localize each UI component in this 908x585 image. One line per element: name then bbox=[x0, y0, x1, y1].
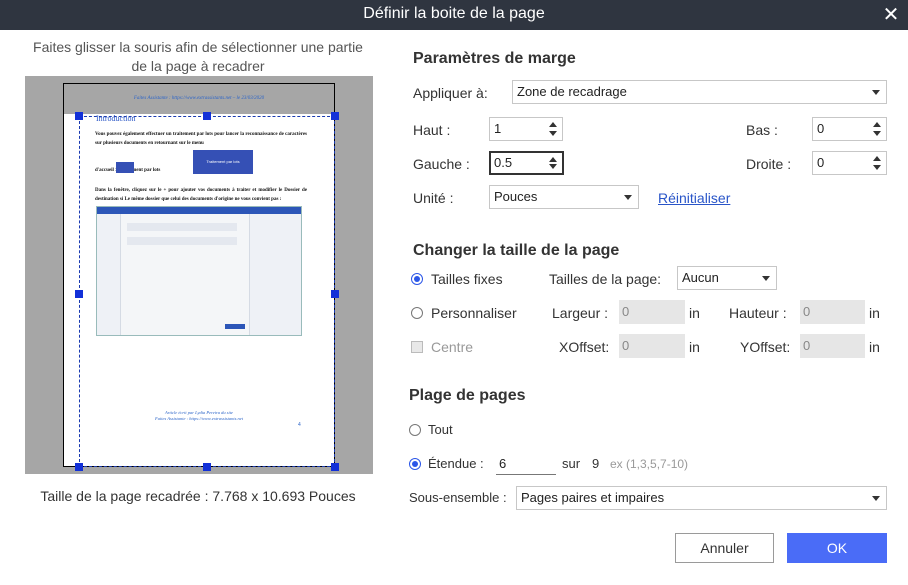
height-label: Hauteur : bbox=[729, 305, 787, 321]
spin-up-icon[interactable] bbox=[873, 122, 881, 127]
unit-select[interactable]: Pouces bbox=[489, 185, 639, 209]
apply-to-value: Zone de recadrage bbox=[517, 84, 627, 99]
page-size-label: Tailles de la page: bbox=[549, 271, 662, 287]
apply-to-label: Appliquer à: bbox=[413, 85, 488, 101]
unit-value: Pouces bbox=[494, 189, 538, 204]
right-margin-value: 0 bbox=[817, 155, 825, 170]
yoffset-label: YOffset: bbox=[740, 339, 791, 355]
range-hint: ex (1,3,5,7-10) bbox=[610, 457, 689, 471]
page-sheet: Faites Assistante : https://www.extrassi… bbox=[63, 83, 339, 471]
top-label: Haut : bbox=[413, 122, 451, 138]
apply-to-select[interactable]: Zone de recadrage bbox=[512, 80, 887, 104]
crop-handle-bottom-left[interactable] bbox=[75, 463, 83, 471]
top-margin-value: 1 bbox=[494, 121, 502, 136]
xoffset-unit: in bbox=[689, 339, 700, 355]
unit-label: Unité : bbox=[413, 190, 454, 206]
chevron-down-icon bbox=[872, 496, 880, 501]
reset-link[interactable]: Réinitialiser bbox=[658, 190, 730, 206]
spin-up-icon[interactable] bbox=[549, 122, 557, 127]
spin-up-icon[interactable] bbox=[873, 156, 881, 161]
left-margin-value: 0.5 bbox=[494, 155, 513, 170]
title-bar: Définir la boite de la page ✕ bbox=[0, 0, 908, 30]
bottom-margin-value: 0 bbox=[817, 121, 825, 136]
bottom-margin-stepper[interactable]: 0 bbox=[812, 117, 887, 141]
left-label: Gauche : bbox=[413, 156, 470, 172]
right-label: Droite : bbox=[746, 156, 792, 172]
fixed-sizes-radio[interactable] bbox=[411, 273, 423, 285]
spin-down-icon[interactable] bbox=[549, 131, 557, 136]
page-range-section-title: Plage de pages bbox=[409, 387, 526, 404]
subset-select[interactable]: Pages paires et impaires bbox=[516, 486, 887, 510]
close-icon[interactable]: ✕ bbox=[880, 4, 902, 26]
spin-down-icon[interactable] bbox=[873, 165, 881, 170]
of-label: sur bbox=[562, 456, 581, 471]
all-pages-label: Tout bbox=[428, 422, 453, 437]
range-radio[interactable] bbox=[409, 458, 421, 470]
chevron-down-icon bbox=[624, 195, 632, 200]
fixed-sizes-label: Tailles fixes bbox=[431, 271, 503, 287]
crop-handle-bottom-right[interactable] bbox=[331, 463, 339, 471]
all-pages-radio[interactable] bbox=[409, 424, 421, 436]
range-input[interactable]: 6 bbox=[496, 453, 556, 475]
center-label: Centre bbox=[431, 339, 474, 355]
custom-size-radio[interactable] bbox=[411, 307, 423, 319]
crop-handle-top-left[interactable] bbox=[75, 112, 83, 120]
page-size-section-title: Changer la taille de la page bbox=[413, 242, 620, 259]
width-unit: in bbox=[689, 305, 700, 321]
crop-handle-right[interactable] bbox=[331, 290, 339, 298]
spin-down-icon[interactable] bbox=[549, 164, 557, 169]
width-label: Largeur : bbox=[552, 305, 609, 321]
crop-handle-bottom[interactable] bbox=[203, 463, 211, 471]
center-checkbox[interactable] bbox=[411, 341, 423, 353]
top-margin-stepper[interactable]: 1 bbox=[489, 117, 563, 141]
chevron-down-icon bbox=[872, 90, 880, 95]
left-margin-stepper[interactable]: 0.5 bbox=[489, 151, 564, 175]
spin-down-icon[interactable] bbox=[873, 131, 881, 136]
preview-panel: Faites glisser la souris afin de sélecti… bbox=[0, 30, 396, 585]
chevron-down-icon bbox=[762, 276, 770, 281]
crop-rectangle[interactable] bbox=[79, 116, 335, 467]
cancel-button[interactable]: Annuler bbox=[675, 533, 774, 563]
dialog-title: Définir la boite de la page bbox=[363, 5, 545, 22]
custom-size-label: Personnaliser bbox=[431, 305, 517, 321]
page-size-select[interactable]: Aucun bbox=[677, 266, 777, 290]
page-size-value: Aucun bbox=[682, 270, 719, 285]
right-margin-stepper[interactable]: 0 bbox=[812, 151, 887, 175]
range-label: Étendue : bbox=[428, 456, 484, 471]
total-pages: 9 bbox=[592, 456, 600, 471]
crop-handle-top[interactable] bbox=[203, 112, 211, 120]
height-input[interactable]: 0 bbox=[800, 300, 865, 324]
bottom-label: Bas : bbox=[746, 122, 778, 138]
crop-handle-left[interactable] bbox=[75, 290, 83, 298]
subset-value: Pages paires et impaires bbox=[521, 490, 665, 505]
preview-instruction: Faites glisser la souris afin de sélecti… bbox=[33, 39, 363, 74]
xoffset-label: XOffset: bbox=[559, 339, 610, 355]
margins-section-title: Paramètres de marge bbox=[413, 50, 576, 67]
doc-header: Faites Assistante : https://www.extrassi… bbox=[133, 96, 265, 101]
ok-button[interactable]: OK bbox=[787, 533, 887, 563]
subset-label: Sous-ensemble : bbox=[409, 490, 507, 505]
crop-handle-top-right[interactable] bbox=[331, 112, 339, 120]
page-preview[interactable]: Faites Assistante : https://www.extrassi… bbox=[25, 76, 373, 474]
yoffset-unit: in bbox=[869, 339, 880, 355]
width-input[interactable]: 0 bbox=[619, 300, 685, 324]
yoffset-input[interactable]: 0 bbox=[800, 334, 865, 358]
xoffset-input[interactable]: 0 bbox=[619, 334, 685, 358]
height-unit: in bbox=[869, 305, 880, 321]
spin-up-icon[interactable] bbox=[549, 157, 557, 162]
cropped-size-label: Taille de la page recadrée : 7.768 x 10.… bbox=[40, 488, 356, 504]
